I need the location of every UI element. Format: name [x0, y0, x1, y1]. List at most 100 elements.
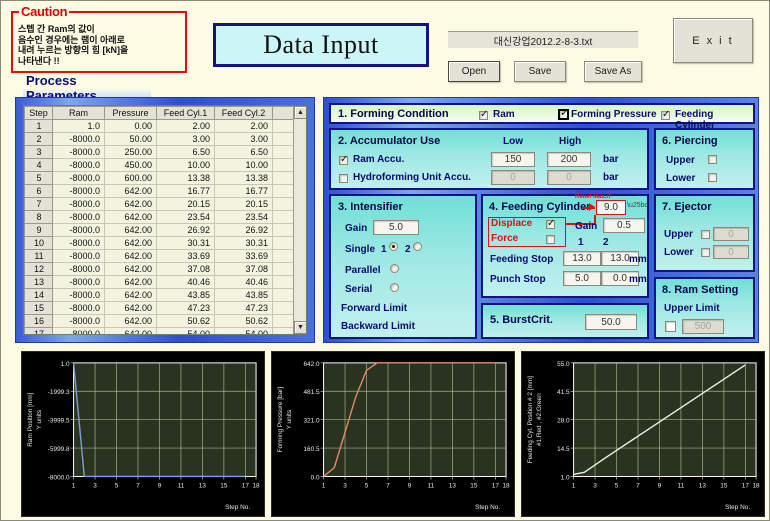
cell-value[interactable]: 30.31 — [156, 236, 215, 250]
checkbox-displace[interactable] — [546, 218, 555, 229]
cell-value[interactable]: 23.54 — [214, 210, 273, 224]
cell-value[interactable]: 600.00 — [104, 171, 157, 185]
cell-value[interactable]: 40.46 — [156, 275, 215, 289]
cell-value[interactable]: -8000.0 — [52, 288, 105, 302]
checkbox-hydroforming-accu[interactable] — [339, 174, 348, 183]
cell-value[interactable]: 26.92 — [214, 223, 273, 237]
cell-value[interactable]: 6.50 — [156, 145, 215, 159]
cell-step[interactable]: 2 — [24, 132, 53, 146]
input-upper-limit[interactable]: 500 — [682, 319, 724, 334]
input-punch-stop-1[interactable]: 5.0 — [563, 271, 601, 286]
checkbox-feeding-cylinder[interactable] — [661, 109, 670, 120]
cell-value[interactable]: 10.00 — [214, 158, 273, 172]
cell-value[interactable]: 43.85 — [214, 288, 273, 302]
cell-value[interactable]: 642.00 — [104, 327, 157, 334]
input-ejector-upper[interactable]: 0 — [713, 227, 749, 241]
cell-value[interactable]: 37.08 — [214, 262, 273, 276]
cell-step[interactable]: 16 — [24, 314, 53, 328]
cell-value[interactable]: -8000.0 — [52, 223, 105, 237]
cell-step[interactable]: 17 — [24, 327, 53, 334]
cell-value[interactable]: 33.69 — [214, 249, 273, 263]
cell-value[interactable]: -8000.0 — [52, 171, 105, 185]
cell-value[interactable]: -8000.0 — [52, 132, 105, 146]
cell-value[interactable]: -8000.0 — [52, 184, 105, 198]
input-ejector-lower[interactable]: 0 — [713, 245, 749, 259]
cell-value[interactable]: -8000.0 — [52, 327, 105, 334]
table-row[interactable]: 10 -8000.0 642.00 30.31 30.31 — [24, 236, 297, 250]
cell-value[interactable]: -8000.0 — [52, 301, 105, 315]
cell-value[interactable]: 13.38 — [156, 171, 215, 185]
cell-value[interactable]: 642.00 — [104, 236, 157, 250]
save-button[interactable]: Save — [514, 61, 566, 82]
cell-value[interactable]: 50.00 — [104, 132, 157, 146]
table-row[interactable]: 17 -8000.0 642.00 54.00 54.00 — [24, 327, 297, 334]
cell-value[interactable]: 23.54 — [156, 210, 215, 224]
cell-value[interactable]: 20.15 — [156, 197, 215, 211]
cell-value[interactable]: -8000.0 — [52, 249, 105, 263]
cell-value[interactable]: -8000.0 — [52, 314, 105, 328]
cell-value[interactable]: 54.00 — [156, 327, 215, 334]
cell-value[interactable]: 450.00 — [104, 158, 157, 172]
checkbox-ejector-lower[interactable] — [701, 248, 710, 257]
cell-value[interactable]: 642.00 — [104, 314, 157, 328]
cell-step[interactable]: 6 — [24, 184, 53, 198]
cell-value[interactable]: 40.46 — [214, 275, 273, 289]
cell-value[interactable]: -8000.0 — [52, 262, 105, 276]
cell-step[interactable]: 11 — [24, 249, 53, 263]
input-feeding-stop-1[interactable]: 13.0 — [563, 251, 601, 266]
checkbox-ram[interactable] — [479, 109, 488, 120]
table-row[interactable]: 12 -8000.0 642.00 37.08 37.08 — [24, 262, 297, 276]
radio-serial[interactable] — [390, 283, 399, 292]
table-row[interactable]: 5 -8000.0 600.00 13.38 13.38 — [24, 171, 297, 185]
table-row[interactable]: 1 1.0 0.00 2.00 2.00 — [24, 119, 297, 133]
cell-value[interactable]: 37.08 — [156, 262, 215, 276]
cell-step[interactable]: 4 — [24, 158, 53, 172]
cell-value[interactable]: 642.00 — [104, 301, 157, 315]
cell-value[interactable]: -8000.0 — [52, 210, 105, 224]
table-row[interactable]: 16 -8000.0 642.00 50.62 50.62 — [24, 314, 297, 328]
table-row[interactable]: 14 -8000.0 642.00 43.85 43.85 — [24, 288, 297, 302]
checkbox-ejector-upper[interactable] — [701, 230, 710, 239]
table-row[interactable]: 13 -8000.0 642.00 40.46 40.46 — [24, 275, 297, 289]
input-burst-crit[interactable]: 50.0 — [585, 314, 637, 330]
cell-value[interactable]: 13.38 — [214, 171, 273, 185]
cell-value[interactable]: 2.00 — [156, 119, 215, 133]
cell-value[interactable]: 642.00 — [104, 275, 157, 289]
cell-value[interactable]: 50.62 — [156, 314, 215, 328]
cell-value[interactable]: 47.23 — [156, 301, 215, 315]
cell-value[interactable]: 642.00 — [104, 197, 157, 211]
cell-step[interactable]: 10 — [24, 236, 53, 250]
cell-value[interactable]: 642.00 — [104, 223, 157, 237]
cell-value[interactable]: 642.00 — [104, 288, 157, 302]
table-row[interactable]: 9 -8000.0 642.00 26.92 26.92 — [24, 223, 297, 237]
table-row[interactable]: 3 -8000.0 250.00 6.50 6.50 — [24, 145, 297, 159]
radio-single-1[interactable] — [389, 242, 398, 251]
table-row[interactable]: 6 -8000.0 642.00 16.77 16.77 — [24, 184, 297, 198]
cell-step[interactable]: 12 — [24, 262, 53, 276]
table-row[interactable]: 15 -8000.0 642.00 47.23 47.23 — [24, 301, 297, 315]
table-row[interactable]: 4 -8000.0 450.00 10.00 10.00 — [24, 158, 297, 172]
cell-value[interactable]: 47.23 — [214, 301, 273, 315]
cell-value[interactable]: 2.00 — [214, 119, 273, 133]
cell-step[interactable]: 14 — [24, 288, 53, 302]
label-forward-limit[interactable]: Forward Limit — [341, 303, 407, 314]
cell-value[interactable]: 30.31 — [214, 236, 273, 250]
checkbox-upper-limit[interactable] — [665, 321, 676, 332]
cell-value[interactable]: -8000.0 — [52, 275, 105, 289]
cell-value[interactable]: 642.00 — [104, 262, 157, 276]
input-intensifier-gain[interactable]: 5.0 — [373, 220, 419, 235]
cell-step[interactable]: 15 — [24, 301, 53, 315]
cell-step[interactable]: 13 — [24, 275, 53, 289]
process-parameters-tab[interactable]: Process Parameters — [23, 73, 151, 103]
label-backward-limit[interactable]: Backward Limit — [341, 321, 415, 332]
cell-step[interactable]: 3 — [24, 145, 53, 159]
cell-value[interactable]: 10.00 — [156, 158, 215, 172]
chevron-down-icon[interactable]: \u25bc — [627, 202, 648, 209]
cell-value[interactable]: 3.00 — [156, 132, 215, 146]
table-row[interactable]: 7 -8000.0 642.00 20.15 20.15 — [24, 197, 297, 211]
cell-value[interactable]: 1.0 — [52, 119, 105, 133]
input-feed-gain[interactable]: 0.5 — [603, 218, 645, 233]
cell-value[interactable]: -8000.0 — [52, 158, 105, 172]
cell-value[interactable]: 6.50 — [214, 145, 273, 159]
cell-value[interactable]: -8000.0 — [52, 197, 105, 211]
